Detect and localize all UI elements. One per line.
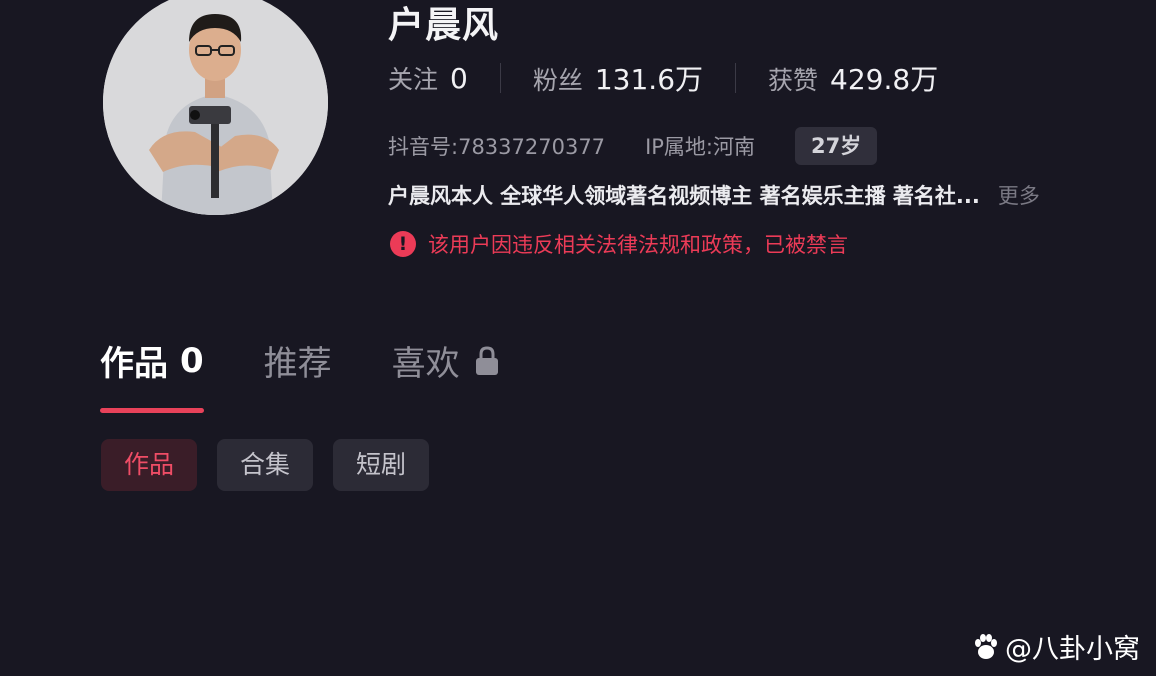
ban-warning: ! 该用户因违反相关法律法规和政策，已被禁言 — [390, 229, 848, 259]
alert-icon: ! — [390, 231, 416, 257]
ip-location: IP属地:河南 — [645, 131, 755, 161]
warning-text: 该用户因违反相关法律法规和政策，已被禁言 — [428, 233, 848, 257]
tab-count: 0 — [180, 340, 204, 381]
stat-label: 关注 — [388, 65, 439, 94]
chip-collections[interactable]: 合集 — [217, 439, 314, 491]
stat-value: 429.8万 — [830, 63, 939, 96]
bio-text: 户晨风本人 全球华人领域著名视频博主 著名娱乐主播 著名社... — [388, 184, 980, 208]
tab-recommend[interactable]: 推荐 — [264, 336, 332, 385]
stat-label: 获赞 — [768, 66, 819, 95]
tab-label: 喜欢 — [391, 344, 460, 384]
douyin-id: 抖音号:78337270377 — [388, 131, 605, 161]
tab-likes[interactable]: 喜欢 — [392, 336, 500, 385]
more-link[interactable]: 更多 — [998, 180, 1040, 210]
stat-followers[interactable]: 粉丝 131.6万 — [533, 58, 703, 98]
stat-label: 粉丝 — [532, 66, 583, 95]
douyin-id-value: 78337270377 — [458, 135, 606, 159]
divider — [735, 63, 737, 93]
active-tab-indicator — [100, 408, 204, 413]
stat-following[interactable]: 关注 0 — [388, 60, 468, 96]
chip-short-dramas[interactable]: 短剧 — [333, 439, 430, 491]
ip-value: 河南 — [713, 135, 755, 159]
paw-icon — [975, 633, 997, 659]
ip-label: IP属地: — [645, 135, 713, 159]
lock-icon — [475, 345, 498, 375]
watermark-text: @八卦小窝 — [1005, 634, 1140, 665]
profile-tabs: 作品 0 推荐 喜欢 — [100, 336, 560, 413]
watermark: @八卦小窝 — [971, 627, 1140, 666]
divider — [499, 63, 501, 93]
profile-name: 户晨风 — [388, 5, 500, 46]
age-badge: 27岁 — [795, 127, 878, 165]
chip-works[interactable]: 作品 — [101, 439, 198, 491]
profile-stats: 关注 0 粉丝 131.6万 获赞 429.8万 — [388, 58, 938, 98]
douyin-id-label: 抖音号: — [388, 135, 459, 159]
tab-label: 推荐 — [263, 344, 332, 384]
tab-label: 作品 — [100, 344, 168, 384]
avatar[interactable] — [103, 0, 328, 215]
bio-row: 户晨风本人 全球华人领域著名视频博主 著名娱乐主播 著名社... 更多 — [388, 180, 1128, 210]
profile-meta: 抖音号:78337270377 IP属地:河南 27岁 — [388, 127, 878, 165]
tab-works[interactable]: 作品 0 — [100, 336, 204, 413]
stat-value: 131.6万 — [594, 63, 704, 96]
stat-likes[interactable]: 获赞 429.8万 — [768, 58, 938, 98]
sub-tabs: 作品 合集 短剧 — [101, 439, 449, 491]
avatar-photo — [103, 0, 328, 215]
stat-value: 0 — [450, 62, 468, 95]
